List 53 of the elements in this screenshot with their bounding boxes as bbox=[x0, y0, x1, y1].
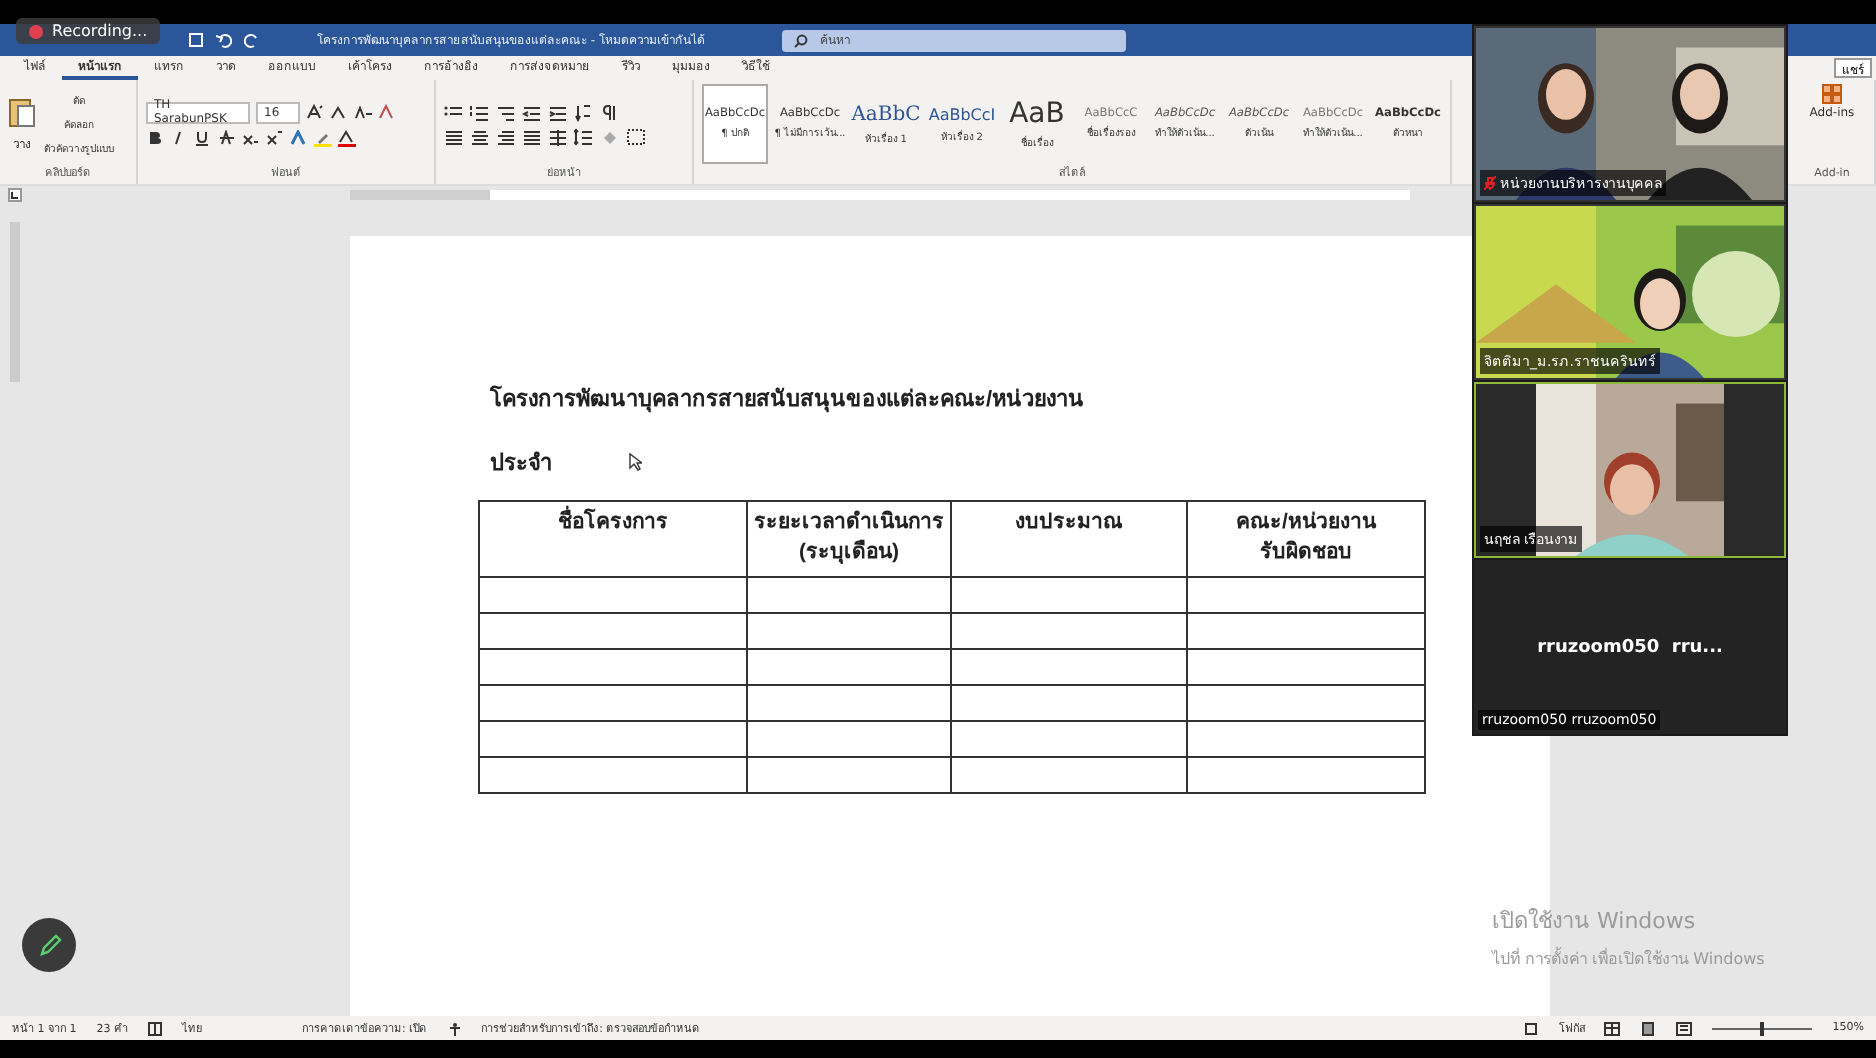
mouse-pointer-icon bbox=[628, 452, 642, 472]
multilevel-list-icon[interactable] bbox=[496, 103, 516, 121]
read-mode-icon[interactable] bbox=[1604, 1021, 1621, 1035]
increase-indent-icon[interactable] bbox=[548, 103, 568, 121]
subscript-icon[interactable] bbox=[242, 129, 260, 147]
change-case-icon[interactable] bbox=[354, 104, 372, 120]
line-spacing-icon[interactable] bbox=[574, 127, 594, 145]
superscript-icon[interactable] bbox=[266, 129, 284, 147]
align-right-icon[interactable] bbox=[496, 127, 516, 145]
participant-label: rruzoom050 rru... bbox=[1537, 637, 1723, 657]
redo-icon[interactable] bbox=[244, 32, 260, 48]
pen-icon bbox=[37, 933, 61, 957]
text-effects-icon[interactable] bbox=[290, 129, 308, 147]
grow-font-icon[interactable] bbox=[306, 104, 324, 120]
add-ins-icon[interactable] bbox=[1821, 84, 1842, 104]
numbered-list-icon[interactable] bbox=[470, 103, 490, 121]
sort-icon[interactable] bbox=[574, 103, 594, 121]
print-layout-icon[interactable] bbox=[1640, 1021, 1657, 1035]
underline-icon[interactable] bbox=[194, 129, 212, 147]
bullet-list-icon[interactable] bbox=[444, 103, 464, 121]
distribute-icon[interactable] bbox=[548, 127, 568, 145]
strikethrough-icon[interactable] bbox=[218, 129, 236, 147]
activation-hint: ไปที่ การตั้งค่า เพื่อเปิดใช้งาน Windows bbox=[1492, 946, 1765, 972]
bold-icon[interactable] bbox=[146, 129, 164, 147]
justify-icon[interactable] bbox=[522, 127, 542, 145]
column-header: ชื่อโครงการ bbox=[479, 501, 747, 577]
column-header: ระยะเวลาดำเนินการ (ระบุเดือน) bbox=[747, 501, 951, 577]
shrink-font-icon[interactable] bbox=[330, 104, 348, 120]
accessibility-icon[interactable] bbox=[447, 1021, 462, 1035]
tab-stop-icon[interactable] bbox=[8, 187, 22, 201]
borders-icon[interactable] bbox=[626, 127, 646, 145]
record-icon bbox=[28, 23, 44, 39]
activation-title: เปิดใช้งาน Windows bbox=[1492, 906, 1698, 938]
undo-icon[interactable] bbox=[216, 32, 232, 48]
paste-icon[interactable] bbox=[8, 95, 36, 127]
save-icon[interactable] bbox=[188, 32, 204, 48]
document-heading: โครงการพัฒนาบุคลากรสายสนับสนุนของแต่ละคณะ/หน่วยงาน bbox=[490, 383, 1087, 416]
pilcrow-icon[interactable] bbox=[600, 103, 620, 121]
clear-format-icon[interactable] bbox=[378, 104, 396, 120]
align-left-icon[interactable] bbox=[444, 127, 464, 145]
document-subheading: ประจำ bbox=[490, 449, 552, 480]
muted-mic-icon bbox=[1484, 176, 1496, 190]
proofing-icon[interactable] bbox=[148, 1021, 162, 1035]
font-color-icon[interactable] bbox=[338, 129, 356, 147]
recording-badge: Recording... bbox=[16, 18, 160, 44]
highlight-icon[interactable] bbox=[314, 129, 332, 147]
focus-icon[interactable] bbox=[1524, 1021, 1539, 1035]
web-layout-icon[interactable] bbox=[1676, 1021, 1693, 1035]
column-header: คณะ/หน่วยงาน รับผิดชอบ bbox=[1187, 501, 1425, 577]
align-center-icon[interactable] bbox=[470, 127, 490, 145]
decrease-indent-icon[interactable] bbox=[522, 103, 542, 121]
column-header: งบประมาณ bbox=[951, 501, 1187, 577]
search-icon bbox=[794, 33, 808, 47]
